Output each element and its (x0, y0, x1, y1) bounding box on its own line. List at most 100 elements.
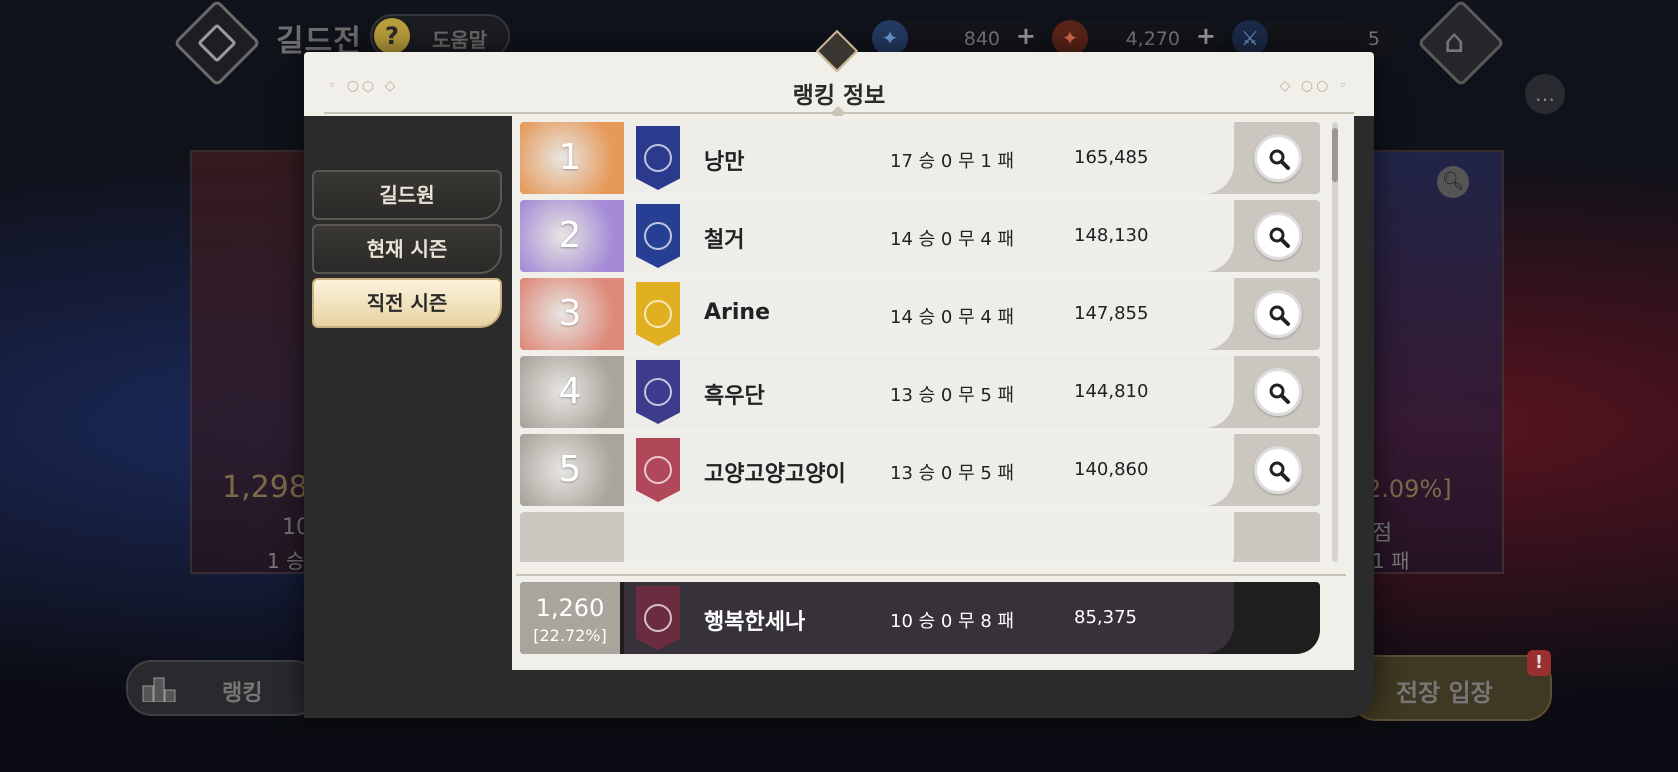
guild-name: 고양고양고양이 (704, 462, 846, 487)
alert-badge: ! (1527, 650, 1551, 676)
my-guild-row: 1,260 [22.72%] 행복한세나 10 승 0 무 8 패 85,375 (520, 582, 1320, 654)
guild-record: 17 승 0 무 1 패 (890, 151, 1015, 172)
rank-cell: 3 (520, 278, 640, 350)
my-row-main: 행복한세나 10 승 0 무 8 패 85,375 (624, 582, 1234, 654)
compass-icon: ✦ (872, 20, 908, 56)
ranking-row: 1 낭만 17 승 0 무 1 패 165,485 (520, 122, 1320, 194)
chat-icon[interactable]: … (1525, 74, 1565, 114)
rank-cell: 4 (520, 356, 640, 428)
bg-right-line3: 1 패 (1372, 549, 1410, 573)
ranking-label: 랭킹 (222, 681, 263, 706)
resource-value: 4,270 (1125, 28, 1180, 50)
inspect-guild-button[interactable] (1254, 212, 1302, 260)
guild-score: 148,130 (1074, 225, 1149, 246)
ranking-row: 3 Arine 14 승 0 무 4 패 147,855 (520, 278, 1320, 350)
rank-number: 5 (558, 449, 582, 490)
my-rank-cell: 1,260 [22.72%] (520, 582, 620, 654)
resource-compass: ✦ 840 + (872, 20, 1042, 56)
resource-swords: ⚔ 5 (1232, 20, 1402, 56)
row-main: 낭만 17 승 0 무 1 패 165,485 (624, 122, 1234, 194)
rank-cell: 5 (520, 434, 640, 506)
home-icon: ⌂ (1444, 22, 1465, 60)
inspect-guild-button[interactable] (1254, 134, 1302, 182)
search-icon (1269, 305, 1290, 326)
resource-value: 840 (963, 28, 1000, 50)
crossed-swords-icon: ⚔ (1232, 20, 1268, 56)
bg-left-score: 1,298 (222, 470, 308, 505)
ranking-row: 4 흑우단 13 승 0 무 5 패 144,810 (520, 356, 1320, 428)
bg-search-icon: 🔍︎ (1437, 166, 1469, 198)
tab-sidebar: 길드원 현재 시즌 직전 시즌 (304, 116, 512, 718)
ranking-row: 5 고양고양고양이 13 승 0 무 5 패 140,860 (520, 434, 1320, 506)
rank-number: 4 (558, 371, 582, 412)
guild-name: 철거 (704, 228, 745, 253)
rank-cell: 2 (520, 200, 640, 272)
bg-right-pct: 2.09%] (1366, 475, 1452, 503)
guild-name: 흑우단 (704, 384, 765, 409)
my-guild-score: 85,375 (1074, 607, 1137, 628)
ranking-list: 1 낭만 17 승 0 무 1 패 165,485 2 철거 14 승 0 무 … (520, 122, 1338, 562)
ranking-row: 2 철거 14 승 0 무 4 패 148,130 (520, 200, 1320, 272)
row-main (624, 512, 1234, 562)
guild-war-logo-icon (173, 0, 261, 87)
rank-number: 2 (558, 215, 582, 256)
guild-score: 165,485 (1074, 147, 1149, 168)
inspect-guild-button[interactable] (1254, 446, 1302, 494)
rank-number: 3 (558, 293, 582, 334)
enemy-guild-banner-bg (1370, 150, 1504, 574)
inspect-guild-button[interactable] (1254, 368, 1302, 416)
guild-name: 낭만 (704, 150, 745, 175)
question-icon: ? (374, 18, 410, 54)
inspect-guild-button[interactable] (1254, 290, 1302, 338)
ranking-row-partial (520, 512, 1320, 562)
row-main: Arine 14 승 0 무 4 패 147,855 (624, 278, 1234, 350)
modal-title: 랭킹 정보 (792, 83, 886, 109)
podium-icon (142, 674, 176, 703)
my-rank-number: 1,260 (535, 594, 605, 622)
search-icon (1269, 461, 1290, 482)
guild-record: 13 승 0 무 5 패 (890, 385, 1015, 406)
tab-previous-season[interactable]: 직전 시즌 (312, 278, 502, 328)
resource-value: 5 (1367, 28, 1380, 50)
my-rank-percent: [22.72%] (533, 626, 607, 645)
help-label: 도움말 (432, 28, 488, 52)
guild-banner-icon (636, 282, 680, 346)
guild-record: 13 승 0 무 5 패 (890, 463, 1015, 484)
enter-battlefield-label: 전장 입장 (1396, 679, 1493, 707)
red-compass-icon: ✦ (1052, 20, 1088, 56)
row-main: 고양고양고양이 13 승 0 무 5 패 140,860 (624, 434, 1234, 506)
search-icon (1269, 149, 1290, 170)
guild-banner-icon (636, 438, 680, 502)
row-main: 철거 14 승 0 무 4 패 148,130 (624, 200, 1234, 272)
my-guild-record: 10 승 0 무 8 패 (890, 611, 1015, 632)
guild-banner-icon (636, 360, 680, 424)
add-red-button[interactable]: + (1196, 22, 1216, 50)
list-divider (516, 574, 1346, 576)
enter-battlefield-button[interactable]: 전장 입장 (1350, 655, 1552, 721)
resource-red: ✦ 4,270 + (1052, 20, 1222, 56)
guild-record: 14 승 0 무 4 패 (890, 307, 1015, 328)
header-ornament-left-icon: ◦ ○○ ◇ (328, 78, 399, 94)
header-ornament-right-icon: ◇ ○○ ◦ (1279, 78, 1350, 94)
guild-banner-icon (636, 204, 680, 268)
tab-current-season[interactable]: 현재 시즌 (312, 224, 502, 274)
guild-score: 144,810 (1074, 381, 1149, 402)
guild-score: 140,860 (1074, 459, 1149, 480)
search-icon (1269, 227, 1290, 248)
guild-score: 147,855 (1074, 303, 1149, 324)
my-guild-name: 행복한세나 (704, 610, 806, 635)
rank-number: 1 (558, 137, 582, 178)
add-compass-button[interactable]: + (1016, 22, 1036, 50)
ranking-button[interactable]: 랭킹 (126, 660, 320, 716)
row-main: 흑우단 13 승 0 무 5 패 144,810 (624, 356, 1234, 428)
guild-record: 14 승 0 무 4 패 (890, 229, 1015, 250)
tab-guild-members[interactable]: 길드원 (312, 170, 502, 220)
bg-left-line3: 1 승 (267, 549, 305, 573)
rank-cell: 1 (520, 122, 640, 194)
guild-banner-icon (636, 126, 680, 190)
guild-name: Arine (704, 300, 770, 325)
search-icon (1269, 383, 1290, 404)
bg-right-line2: 점 (1372, 521, 1393, 546)
ranking-modal: 랭킹 정보 ◦ ○○ ◇ ◇ ○○ ◦ 길드원 현재 시즌 직전 시즌 1 낭만… (304, 29, 1374, 718)
my-guild-banner-icon (636, 586, 680, 650)
